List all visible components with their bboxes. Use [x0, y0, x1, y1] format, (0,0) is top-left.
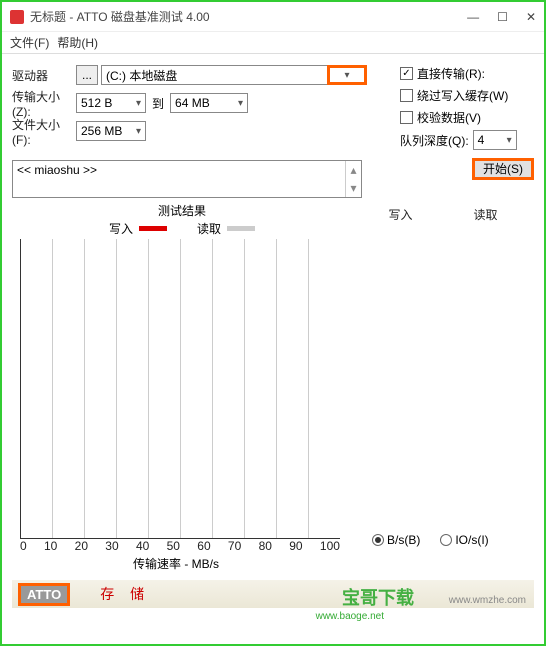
drive-combo-arrow[interactable]: ▾: [327, 65, 367, 85]
drive-label: 驱动器: [12, 67, 76, 84]
description-textarea[interactable]: << miaoshu >> ▴▾: [12, 160, 362, 198]
bypass-cache-checkbox[interactable]: [400, 89, 413, 102]
window-title: 无标题 - ATTO 磁盘基准测试 4.00: [30, 8, 467, 25]
minimize-button[interactable]: —: [467, 10, 479, 24]
bypass-cache-label: 绕过写入缓存(W): [417, 87, 508, 104]
transfer-from-combo[interactable]: 512 B▾: [76, 93, 146, 113]
chevron-down-icon: ▾: [136, 98, 141, 109]
atto-logo: ATTO: [18, 583, 70, 606]
results-write-header: 写入: [388, 206, 412, 223]
chart-title: 测试结果: [12, 202, 352, 219]
legend-write-label: 写入: [109, 220, 133, 237]
legend-write-swatch: [139, 226, 167, 231]
watermark: 宝哥下载: [342, 584, 414, 610]
desc-scroll[interactable]: ▴▾: [345, 161, 361, 197]
unit-io-radio[interactable]: [440, 534, 452, 546]
verify-checkbox[interactable]: [400, 111, 413, 124]
results-read-header: 读取: [473, 206, 497, 223]
queue-depth-label: 队列深度(Q):: [400, 132, 469, 149]
verify-label: 校验数据(V): [417, 109, 481, 126]
app-icon: [10, 10, 24, 24]
transfer-size-label: 传输大小(Z):: [12, 88, 76, 119]
maximize-button[interactable]: ☐: [497, 10, 508, 24]
menu-file[interactable]: 文件(F): [10, 34, 49, 51]
direct-io-checkbox[interactable]: ✓: [400, 67, 413, 80]
footer-bar: ATTO 存 储 宝哥下载 www.baoge.net www.wmzhe.co…: [12, 580, 534, 608]
wmzhe-link: www.wmzhe.com: [449, 595, 526, 606]
chevron-down-icon: ▾: [136, 126, 141, 137]
chevron-down-icon: ▾: [344, 70, 349, 81]
legend-read-label: 读取: [197, 220, 221, 237]
chevron-down-icon: ▾: [507, 135, 512, 146]
direct-io-label: 直接传输(R):: [417, 65, 485, 82]
queue-depth-combo[interactable]: 4▾: [473, 130, 517, 150]
x-axis-label: 传输速率 - MB/s: [12, 555, 340, 572]
file-size-combo[interactable]: 256 MB▾: [76, 121, 146, 141]
to-label: 到: [152, 95, 164, 112]
drive-combo-value: (C:) 本地磁盘: [102, 67, 327, 84]
chart-plot-area: [20, 239, 340, 539]
chevron-down-icon: ▾: [238, 98, 243, 109]
x-ticks: 0102030405060708090100: [20, 539, 340, 553]
footer-text: 存 储: [100, 584, 150, 604]
file-size-label: 文件大小(F):: [12, 116, 76, 147]
close-button[interactable]: ✕: [526, 10, 536, 24]
transfer-to-combo[interactable]: 64 MB▾: [170, 93, 248, 113]
drive-combo[interactable]: (C:) 本地磁盘 ▾: [101, 65, 367, 85]
watermark-sub: www.baoge.net: [316, 611, 384, 622]
legend-read-swatch: [227, 226, 255, 231]
unit-bytes-radio[interactable]: [372, 534, 384, 546]
browse-button[interactable]: ...: [76, 65, 98, 85]
start-button[interactable]: 开始(S): [472, 158, 534, 180]
menu-help[interactable]: 帮助(H): [57, 34, 98, 51]
